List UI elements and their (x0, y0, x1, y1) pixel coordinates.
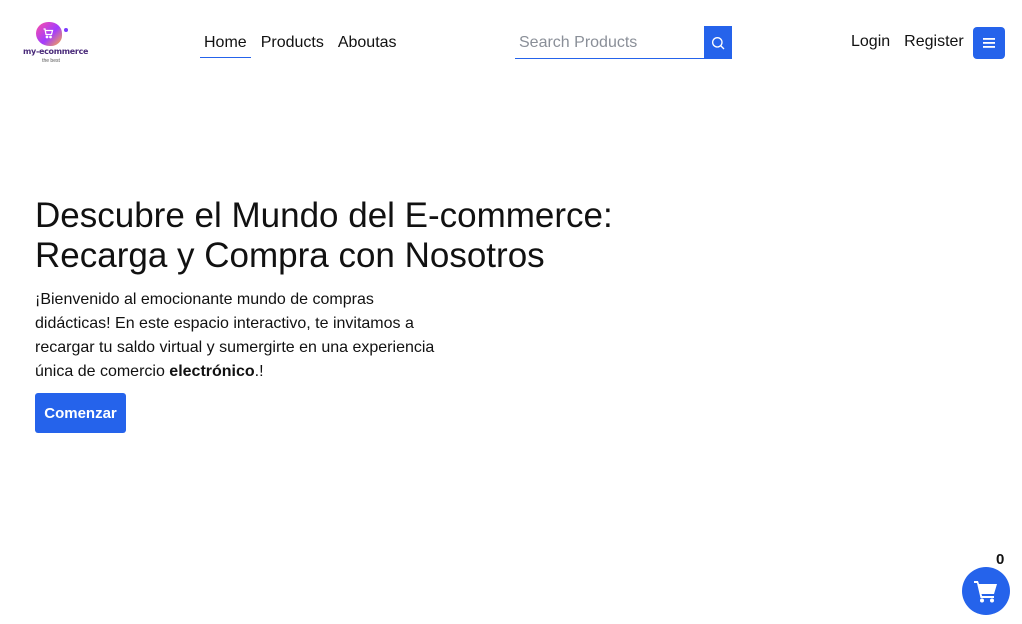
logo-dot (64, 28, 68, 32)
cart-count-badge: 0 (996, 551, 1005, 568)
login-link[interactable]: Login (851, 33, 890, 51)
logo-cart-icon (43, 28, 54, 39)
menu-button[interactable] (973, 27, 1005, 59)
search-icon (712, 36, 725, 49)
search-input[interactable] (515, 26, 704, 59)
search-bar (515, 26, 732, 59)
hero-text-bold: electrónico (169, 363, 255, 380)
hero-section: Descubre el Mundo del E-commerce: Recarg… (35, 196, 675, 433)
auth-links: Login Register (851, 33, 964, 51)
menu-icon (983, 38, 995, 48)
hero-title-line1: Descubre el Mundo del E-commerce: (35, 196, 613, 235)
brand-logo[interactable]: my-ecommerce the best (20, 18, 89, 66)
hero-description: ¡Bienvenido al emocionante mundo de comp… (35, 288, 440, 384)
nav-aboutas[interactable]: Aboutas (334, 30, 401, 58)
hero-title: Descubre el Mundo del E-commerce: Recarg… (35, 196, 675, 276)
logo-text: my-ecommerce (23, 47, 89, 56)
register-link[interactable]: Register (904, 33, 964, 51)
hero-text-end: .! (254, 363, 264, 380)
hero-title-line2: Recarga y Compra con Nosotros (35, 236, 545, 275)
logo-subtext: the best (42, 58, 60, 64)
main-nav: Home Products Aboutas (200, 30, 407, 58)
nav-products[interactable]: Products (257, 30, 328, 58)
nav-home[interactable]: Home (200, 30, 251, 58)
search-button[interactable] (704, 26, 732, 59)
comenzar-button[interactable]: Comenzar (35, 393, 126, 433)
cart-icon (974, 581, 997, 603)
cart-button[interactable] (962, 567, 1010, 615)
